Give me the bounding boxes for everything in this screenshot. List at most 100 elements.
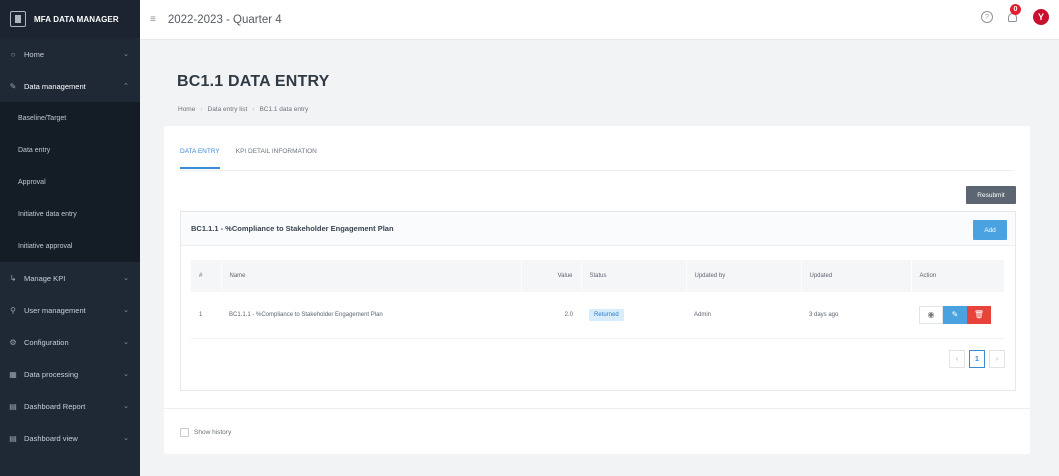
row-name: BC1.1.1 - %Compliance to Stakeholder Eng… — [221, 292, 521, 339]
table-row: 1 BC1.1.1 - %Compliance to Stakeholder E… — [191, 292, 1005, 339]
chevron-down-icon: ⌄ — [123, 371, 129, 378]
home-icon: ○ — [10, 49, 16, 59]
table-header-row: # Name Value Status Updated by Updated A… — [191, 260, 1005, 292]
chevron-up-icon: ⌃ — [123, 83, 129, 90]
breadcrumb-home[interactable]: Home — [178, 106, 195, 113]
column-header-name: Name — [221, 260, 522, 292]
sidebar-item-dashboard-view[interactable]: ▤ Dashboard view ⌄ — [0, 422, 140, 454]
tabs-divider — [180, 170, 1014, 171]
column-header-action: Action — [911, 260, 1005, 292]
kpi-icon: ↳ — [9, 273, 17, 283]
help-icon[interactable]: ? — [981, 11, 993, 23]
sidebar-item-label: User management — [24, 305, 86, 315]
show-history-label: Show history — [194, 429, 232, 436]
sidebar-nav: ○ Home ⌄ ✎ Data management ⌃ Baseline/Ta… — [0, 38, 140, 454]
grid-icon: ▦ — [9, 369, 17, 379]
show-history-checkbox[interactable] — [180, 428, 189, 437]
sidebar-item-home[interactable]: ○ Home ⌄ — [0, 38, 140, 70]
breadcrumb-data-entry-list[interactable]: Data entry list — [208, 106, 248, 113]
add-button[interactable]: Add — [973, 220, 1007, 240]
pagination: ‹ 1 › — [949, 350, 1005, 368]
period-label: 2022-2023 - Quarter 4 — [167, 13, 282, 26]
status-badge: Returned — [589, 308, 624, 321]
notifications-button[interactable]: 0 — [1007, 4, 1021, 24]
sidebar-item-dashboard-report[interactable]: ▤ Dashboard Report ⌄ — [0, 390, 140, 422]
row-updated: 3 days ago — [801, 292, 911, 339]
sidebar-item-data-processing[interactable]: ▦ Data processing ⌄ — [0, 358, 140, 390]
topbar-actions: ? 0 Y — [981, 4, 1049, 25]
card-divider — [164, 408, 1030, 409]
column-header-updated-by: Updated by — [686, 260, 802, 292]
topbar: ≡ 2022-2023 - Quarter 4 ? 0 Y — [140, 0, 1059, 40]
submenu: Baseline/Target Data entry Approval Init… — [0, 102, 140, 262]
sidebar-item-label: Dashboard view — [24, 433, 78, 443]
data-table: # Name Value Status Updated by Updated A… — [191, 260, 1005, 339]
chevron-down-icon: ⌄ — [123, 275, 129, 282]
chevron-down-icon: ⌄ — [123, 339, 129, 346]
submenu-item-baseline-target[interactable]: Baseline/Target — [0, 102, 140, 134]
chevron-down-icon: ⌄ — [123, 307, 129, 314]
row-value: 2.0 — [521, 292, 581, 339]
sidebar-item-manage-kpi[interactable]: ↳ Manage KPI ⌄ — [0, 262, 140, 294]
panel-title: BC1.1.1 - %Compliance to Stakeholder Eng… — [191, 224, 394, 233]
gear-icon: ⚙ — [9, 337, 17, 347]
report-icon: ▤ — [9, 401, 17, 411]
chevron-down-icon: ⌄ — [123, 403, 129, 410]
delete-button[interactable]: 🗑 — [967, 305, 991, 324]
pagination-next[interactable]: › — [989, 350, 1005, 368]
column-header-updated: Updated — [801, 260, 912, 292]
breadcrumb: Home › Data entry list › BC1.1 data entr… — [178, 106, 308, 113]
breadcrumb-separator-icon: › — [252, 106, 255, 113]
column-header-value: Value — [521, 260, 582, 292]
brand: MFA DATA MANAGER — [0, 0, 140, 38]
pagination-page-1[interactable]: 1 — [969, 350, 985, 368]
edit-button[interactable]: ✎ — [943, 305, 967, 324]
submenu-item-initiative-approval[interactable]: Initiative approval — [0, 230, 140, 262]
pagination-prev[interactable]: ‹ — [949, 350, 965, 368]
tab-data-entry[interactable]: DATA ENTRY — [180, 148, 220, 169]
user-icon: ⚲ — [10, 305, 16, 315]
sidebar-item-label: Configuration — [24, 337, 69, 347]
column-header-status: Status — [581, 260, 687, 292]
sidebar-item-configuration[interactable]: ⚙ Configuration ⌄ — [0, 326, 140, 358]
menu-toggle-icon[interactable]: ≡ — [150, 14, 156, 25]
kpi-panel: BC1.1.1 - %Compliance to Stakeholder Eng… — [180, 211, 1016, 391]
breadcrumb-current: BC1.1 data entry — [259, 106, 309, 113]
tabs: DATA ENTRY KPI DETAIL INFORMATION — [180, 148, 317, 169]
submenu-item-data-entry[interactable]: Data entry — [0, 134, 140, 166]
notification-badge: 0 — [1010, 4, 1021, 15]
panel-header: BC1.1.1 - %Compliance to Stakeholder Eng… — [181, 212, 1015, 246]
sidebar-item-label: Data management — [24, 81, 86, 91]
dashboard-icon: ▤ — [9, 433, 17, 443]
data-entry-card: DATA ENTRY KPI DETAIL INFORMATION Resubm… — [164, 126, 1030, 454]
row-updated-by: Admin — [686, 292, 801, 339]
submenu-item-initiative-data-entry[interactable]: Initiative data entry — [0, 198, 140, 230]
trash-icon: 🗑 — [973, 310, 985, 320]
sidebar: MFA DATA MANAGER ○ Home ⌄ ✎ Data managem… — [0, 0, 140, 476]
sidebar-item-label: Dashboard Report — [24, 401, 86, 411]
row-status-cell: Returned — [581, 292, 686, 339]
page-title: BC1.1 DATA ENTRY — [177, 73, 330, 90]
sidebar-item-data-management[interactable]: ✎ Data management ⌃ — [0, 70, 140, 102]
row-index: 1 — [191, 292, 221, 339]
sidebar-item-label: Manage KPI — [24, 273, 66, 283]
logo-icon — [10, 11, 26, 27]
view-button[interactable]: ◉ — [919, 305, 943, 324]
edit-icon: ✎ — [9, 81, 17, 91]
tab-kpi-detail-information[interactable]: KPI DETAIL INFORMATION — [236, 148, 317, 169]
resubmit-button[interactable]: Resubmit — [966, 186, 1016, 204]
row-actions: ◉ ✎ 🗑 — [911, 292, 1005, 339]
breadcrumb-separator-icon: › — [200, 106, 203, 113]
avatar[interactable]: Y — [1033, 9, 1049, 25]
chevron-down-icon: ⌄ — [123, 435, 129, 442]
sidebar-item-label: Home — [24, 49, 45, 59]
action-buttons: ◉ ✎ 🗑 — [919, 305, 997, 324]
chevron-down-icon: ⌄ — [123, 51, 129, 58]
sidebar-item-user-management[interactable]: ⚲ User management ⌄ — [0, 294, 140, 326]
column-header-index: # — [191, 260, 222, 292]
pencil-icon: ✎ — [951, 310, 959, 320]
submenu-item-approval[interactable]: Approval — [0, 166, 140, 198]
show-history-toggle[interactable]: Show history — [180, 428, 231, 437]
brand-title: MFA DATA MANAGER — [34, 14, 119, 24]
view-icon: ◉ — [927, 310, 935, 320]
